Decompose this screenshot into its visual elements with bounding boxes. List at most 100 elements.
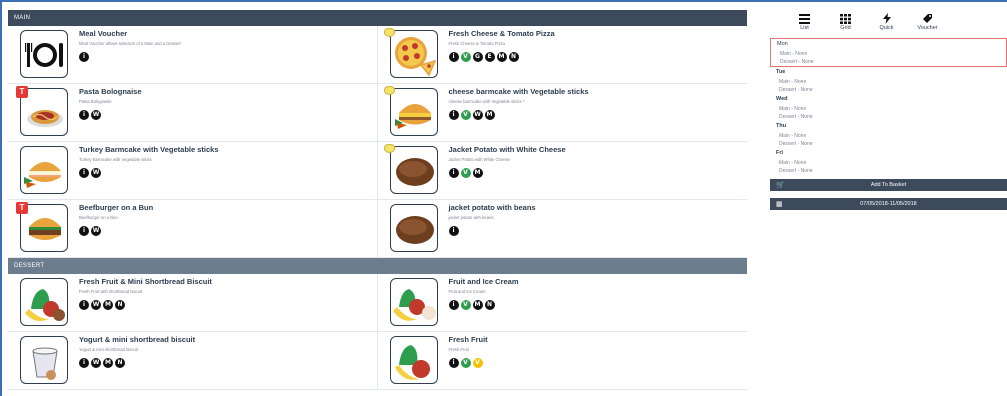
dessert-items-grid: Fresh Fruit & Mini Shortbread Biscuit Fre… (8, 274, 747, 390)
dessert-item[interactable]: Fresh Fruit Fresh Fruit i V V (377, 332, 747, 390)
dietary-g-icon[interactable]: G (472, 52, 483, 62)
dietary-w-icon[interactable]: W (91, 300, 101, 310)
main-item[interactable]: Turkey Barmcake with Vegetable sticks Tur… (8, 142, 378, 200)
dietary-i-icon[interactable]: i (448, 52, 459, 62)
food-image[interactable] (389, 146, 438, 194)
tab-list[interactable]: List (784, 10, 825, 36)
day-name: Wed (776, 96, 788, 102)
dietary-w-icon[interactable]: W (91, 358, 101, 368)
main-item[interactable]: Fresh Cheese & Tomato Pizza Fresh Cheese … (377, 26, 747, 84)
dietary-icons: i (79, 52, 181, 62)
dietary-i-icon[interactable]: i (448, 226, 459, 236)
dietary-v-icon[interactable]: V (460, 300, 471, 310)
dietary-i-icon[interactable]: i (79, 300, 89, 310)
dietary-i-icon[interactable]: i (448, 168, 459, 178)
dietary-i-icon[interactable]: i (448, 358, 459, 368)
day-fri[interactable]: Fri Main - None Dessert - None (770, 148, 1007, 175)
day-name: Thu (776, 123, 787, 129)
item-title[interactable]: Yogurt & mini shortbread biscuit (79, 335, 195, 344)
day-wed[interactable]: Wed Main - None Dessert - None (770, 94, 1007, 121)
main-item[interactable]: T Beefburger on a Bun Beefburger on a Bun i… (8, 200, 378, 258)
dietary-icons: iWMN (79, 358, 195, 368)
item-title[interactable]: Meal Voucher (79, 29, 181, 38)
tab-quick[interactable]: Quick (866, 10, 907, 36)
dietary-e-icon[interactable]: E (484, 52, 495, 62)
dietary-i-icon[interactable]: i (79, 168, 89, 178)
dietary-icons: iWMN (79, 300, 212, 310)
item-title[interactable]: Jacket Potato with White Cheese (449, 145, 566, 154)
dietary-v-icon[interactable]: V (460, 168, 471, 178)
item-description: Meal Voucher allows selection of a Main … (79, 41, 181, 46)
item-description: Turkey Barmcake with Vegetable sticks (79, 157, 152, 162)
item-title[interactable]: Fresh Cheese & Tomato Pizza (449, 29, 555, 38)
list-icon (784, 12, 825, 25)
main-selection: Main - None (780, 51, 808, 57)
dietary-i-icon[interactable]: i (79, 358, 89, 368)
dietary-y-icon[interactable]: V (472, 358, 483, 368)
day-mon[interactable]: Mon Main - None Dessert - None (770, 38, 1007, 67)
food-image[interactable] (389, 336, 438, 384)
day-tue[interactable]: Tue Main - None Dessert - None (770, 67, 1007, 94)
main-item[interactable]: cheese barmcake with Vegetable sticks che… (377, 84, 747, 142)
food-image[interactable] (20, 336, 68, 384)
dietary-icons: iW (79, 226, 153, 236)
item-title[interactable]: Fresh Fruit (449, 335, 488, 344)
food-image[interactable] (20, 146, 68, 194)
view-tabs: List Grid Quick Voucher (770, 10, 1007, 36)
dessert-item[interactable]: Fruit and Ice Cream Fruit and Ice Cream i V… (377, 274, 747, 332)
section-header-dessert: DESSERT (8, 258, 747, 274)
dietary-n-icon[interactable]: N (484, 300, 495, 310)
dietary-v-icon[interactable]: V (460, 358, 471, 368)
dietary-i-icon[interactable]: i (448, 110, 459, 120)
dietary-n-icon[interactable]: N (115, 358, 125, 368)
dessert-item[interactable]: Fresh Fruit & Mini Shortbread Biscuit Fre… (8, 274, 378, 332)
food-image[interactable] (389, 204, 438, 252)
dietary-icons: iVV (448, 358, 488, 368)
dietary-w-icon[interactable]: W (91, 110, 101, 120)
day-thu[interactable]: Thu Main - None Dessert - None (770, 121, 1007, 148)
item-title[interactable]: Beefburger on a Bun (79, 203, 153, 212)
day-name: Fri (776, 150, 784, 156)
food-image[interactable] (389, 88, 438, 136)
item-title[interactable]: cheese barmcake with Vegetable sticks (449, 87, 589, 96)
dietary-m-icon[interactable]: M (103, 358, 113, 368)
main-item[interactable]: Jacket Potato with White Cheese Jacket Po… (377, 142, 747, 200)
dietary-n-icon[interactable]: N (115, 300, 125, 310)
dietary-i-icon[interactable]: i (79, 110, 89, 120)
main-selection: Main - None (779, 133, 807, 139)
dietary-w-icon[interactable]: W (91, 226, 101, 236)
item-description: Fresh Cheese & Tomato Pizza (448, 41, 505, 46)
dietary-i-icon[interactable]: i (448, 300, 459, 310)
item-title[interactable]: Fresh Fruit & Mini Shortbread Biscuit (79, 277, 212, 286)
item-title[interactable]: Pasta Bolognaise (79, 87, 142, 96)
dietary-n-icon[interactable]: N (508, 52, 519, 62)
dietary-w-icon[interactable]: W (472, 110, 483, 120)
dietary-m-icon[interactable]: M (484, 110, 495, 120)
dietary-i-icon[interactable]: i (79, 52, 89, 62)
food-image[interactable] (20, 278, 68, 326)
food-image[interactable] (389, 30, 438, 78)
dietary-m-icon[interactable]: M (496, 52, 507, 62)
dietary-m-icon[interactable]: M (472, 300, 483, 310)
dietary-icons: i (448, 226, 536, 236)
add-to-basket-button[interactable]: 🛒 Add To Basket (770, 179, 1007, 191)
dietary-v-icon[interactable]: V (460, 110, 471, 120)
food-image[interactable] (389, 278, 438, 326)
add-to-basket-label: Add To Basket (870, 182, 907, 188)
dietary-m-icon[interactable]: M (472, 168, 483, 178)
dietary-v-icon[interactable]: V (460, 52, 471, 62)
tab-grid[interactable]: Grid (825, 10, 866, 36)
dietary-i-icon[interactable]: i (79, 226, 89, 236)
main-item[interactable]: T Pasta Bolognaise Pasta Bolognaise i W (8, 84, 378, 142)
item-title[interactable]: Fruit and Ice Cream (449, 277, 519, 286)
main-item[interactable]: Meal Voucher Meal Voucher allows selectio… (8, 26, 378, 84)
dietary-w-icon[interactable]: W (91, 168, 101, 178)
food-image[interactable] (20, 30, 68, 78)
date-range-bar[interactable]: ▦ 07/05/2018-11/05/2018 (770, 198, 1007, 210)
dietary-m-icon[interactable]: M (103, 300, 113, 310)
tab-voucher[interactable]: Voucher (907, 10, 948, 36)
main-item[interactable]: jacket potato with beans jacket potato wi… (377, 200, 747, 258)
item-title[interactable]: jacket potato with beans (449, 203, 536, 212)
dessert-item[interactable]: Yogurt & mini shortbread biscuit Yogurt &… (8, 332, 378, 390)
item-title[interactable]: Turkey Barmcake with Vegetable sticks (79, 145, 219, 154)
